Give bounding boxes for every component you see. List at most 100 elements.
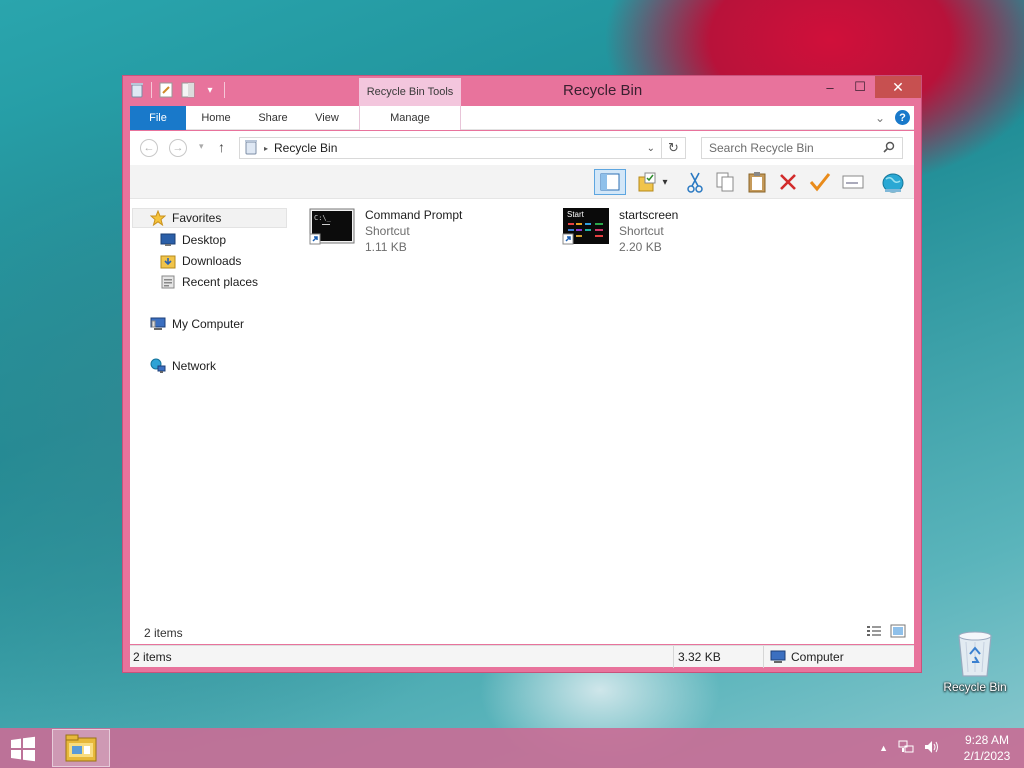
recycle-bin-icon (958, 631, 992, 677)
close-button[interactable]: ✕ (875, 76, 921, 98)
items-summary: 2 items (144, 626, 183, 640)
address-bar[interactable]: ▸ Recycle Bin ⌄ (239, 137, 662, 159)
clock-date: 2/1/2023 (963, 749, 1011, 763)
recycle-bin-address-icon (244, 139, 258, 158)
breadcrumb-recycle-bin[interactable]: Recycle Bin (274, 141, 337, 155)
up-arrow-icon[interactable]: ↑ (218, 139, 225, 155)
desktop-icon (160, 233, 176, 246)
status-items: 2 items (130, 645, 674, 668)
nav-desktop[interactable]: Desktop (160, 230, 226, 250)
globe-icon[interactable] (878, 169, 908, 195)
file-size: 1.11 KB (365, 240, 407, 254)
options-dropdown-icon[interactable]: ▾ (658, 169, 672, 195)
nav-favorites[interactable]: Favorites (132, 208, 287, 228)
search-box (701, 137, 903, 159)
explorer-window: ▾ Recycle Bin Tools Recycle Bin – ☐ ✕ Fi… (122, 75, 922, 673)
restore-checkmark-icon[interactable] (807, 169, 833, 195)
command-prompt-icon: C:\_ (308, 207, 356, 247)
recycle-bin-small-icon[interactable] (129, 81, 145, 99)
nav-network[interactable]: Network (150, 356, 216, 376)
window-title: Recycle Bin (563, 82, 643, 99)
address-dropdown-icon[interactable]: ⌄ (647, 143, 655, 154)
status-bar: 2 items 3.32 KB Computer (130, 645, 914, 668)
list-item[interactable]: C:\_ Command Prompt Shortcut 1.11 KB (308, 207, 462, 255)
start-button[interactable] (8, 736, 38, 762)
windows-logo-icon (11, 736, 35, 762)
desktop-icon-label: Recycle Bin (943, 680, 1007, 694)
file-name: Command Prompt (365, 208, 463, 222)
downloads-folder-icon (160, 255, 176, 269)
properties-icon[interactable] (158, 81, 174, 99)
copy-icon[interactable] (712, 169, 738, 195)
expand-ribbon-icon[interactable]: ⌄ (875, 111, 885, 125)
taskbar: ▲ 9:28 AM 2/1/2023 (0, 728, 1024, 768)
list-item[interactable]: Start startscreen Shortcut 2.20 KB (562, 207, 678, 255)
breadcrumb-arrow-icon[interactable]: ▸ (264, 144, 268, 153)
rename-icon[interactable] (840, 169, 866, 195)
maximize-button[interactable]: ☐ (845, 76, 875, 98)
tab-home[interactable]: Home (186, 106, 246, 130)
search-input[interactable] (709, 141, 879, 155)
nav-desktop-label: Desktop (182, 233, 227, 247)
contextual-tab-header: Recycle Bin Tools (359, 78, 461, 106)
forward-button[interactable]: → (169, 139, 187, 157)
nav-recent-places[interactable]: Recent places (160, 272, 258, 292)
tab-manage[interactable]: Manage (359, 106, 461, 130)
help-icon[interactable]: ? (895, 110, 910, 125)
file-type: Shortcut (619, 224, 664, 238)
delete-icon[interactable] (775, 169, 801, 195)
network-icon (150, 358, 166, 373)
new-folder-icon[interactable] (180, 81, 196, 99)
recent-locations-icon[interactable]: ▾ (199, 141, 204, 152)
volume-icon[interactable] (924, 740, 940, 757)
star-icon (150, 210, 166, 226)
status-location-label: Computer (791, 649, 844, 664)
clock[interactable]: 9:28 AM 2/1/2023 (950, 732, 1024, 764)
taskbar-file-explorer[interactable] (52, 729, 110, 767)
computer-icon (770, 650, 786, 663)
clock-time: 9:28 AM (964, 733, 1010, 747)
minimize-button[interactable]: – (815, 76, 845, 98)
nav-recent-label: Recent places (182, 275, 259, 289)
nav-downloads-label: Downloads (182, 254, 242, 268)
address-row: ← → ▾ ↑ ▸ Recycle Bin ⌄ ↻ (130, 131, 914, 165)
nav-downloads[interactable]: Downloads (160, 251, 241, 271)
file-name: startscreen (619, 208, 679, 222)
command-toolbar: ▾ (130, 165, 914, 199)
view-switch (866, 624, 906, 641)
computer-icon (150, 317, 166, 330)
start-thumb-text: Start (567, 210, 585, 219)
quick-access-toolbar: ▾ (129, 81, 225, 99)
tab-share[interactable]: Share (246, 106, 300, 130)
nav-computer-label: My Computer (172, 317, 245, 331)
window-controls: – ☐ ✕ (815, 76, 921, 98)
items-summary-row: 2 items (130, 622, 914, 644)
details-view-icon[interactable] (866, 624, 882, 641)
back-button[interactable]: ← (140, 139, 158, 157)
cut-icon[interactable] (682, 169, 708, 195)
navigation-pane: Favorites Desktop Downloads Recent place… (130, 199, 290, 644)
search-icon[interactable] (883, 141, 895, 156)
network-tray-icon[interactable] (898, 740, 914, 757)
desktop-recycle-bin[interactable]: Recycle Bin (940, 628, 1010, 694)
show-hidden-icons-icon[interactable]: ▲ (879, 743, 888, 753)
file-explorer-icon (65, 734, 97, 762)
nav-my-computer[interactable]: My Computer (150, 314, 244, 334)
title-bar[interactable]: ▾ Recycle Bin Tools Recycle Bin – ☐ ✕ (123, 76, 921, 106)
ribbon-right-controls: ⌄ ? (875, 110, 910, 125)
paste-icon[interactable] (744, 169, 770, 195)
tab-file[interactable]: File (130, 106, 186, 130)
ribbon-tabs: File Home Share View Manage ⌄ ? (130, 106, 914, 130)
customize-qat-icon[interactable]: ▾ (202, 81, 218, 99)
svg-text:C:\_: C:\_ (314, 214, 332, 222)
nav-favorites-label: Favorites (172, 211, 222, 225)
start-screen-icon: Start (562, 207, 610, 247)
file-size: 2.20 KB (619, 240, 662, 254)
preview-pane-button[interactable] (594, 169, 626, 195)
nav-network-label: Network (172, 359, 217, 373)
refresh-button[interactable]: ↻ (662, 137, 686, 159)
status-location: Computer (764, 646, 914, 668)
large-icons-view-icon[interactable] (890, 624, 906, 641)
tab-view[interactable]: View (300, 106, 354, 130)
system-tray: ▲ 9:28 AM 2/1/2023 (879, 728, 1024, 768)
